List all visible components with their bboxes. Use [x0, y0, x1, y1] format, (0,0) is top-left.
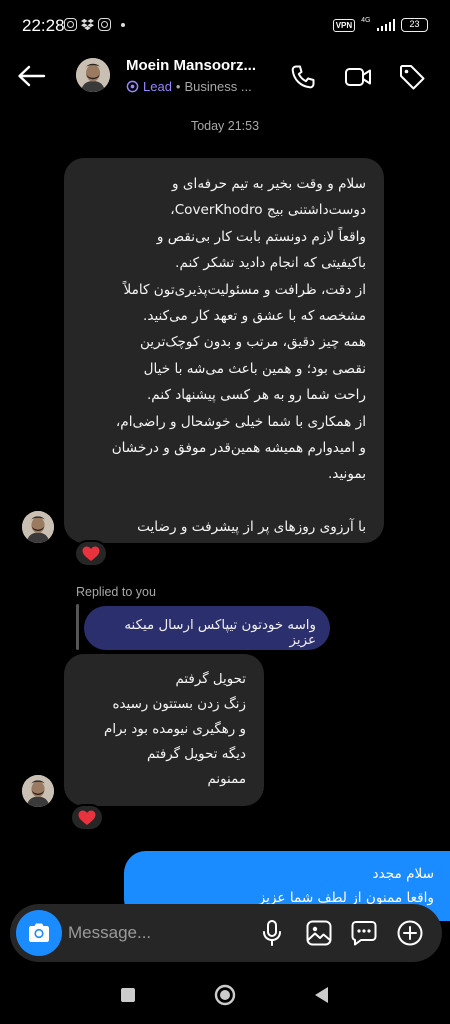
sender-avatar-2[interactable]	[22, 775, 54, 807]
message-line: دیگه تحویل گرفتم	[146, 747, 246, 762]
message-line: مشخصه که با عشق و تعهد کار می‌کنید.	[143, 308, 366, 325]
heart-reaction[interactable]	[74, 540, 108, 567]
message-line: بمونید.	[327, 466, 366, 483]
subtitle-separator: •	[175, 79, 181, 94]
recent-apps-icon[interactable]	[116, 983, 140, 1007]
replied-label: Replied to you	[76, 585, 156, 599]
contact-subtitle: Lead • Business ...	[126, 79, 252, 94]
business-category: Business ...	[184, 79, 252, 94]
heart-icon	[82, 546, 100, 561]
sticker-icon[interactable]	[349, 918, 379, 948]
battery-indicator: 23	[401, 18, 428, 32]
video-camera-icon[interactable]	[344, 63, 372, 91]
network-type: 4G	[361, 16, 371, 24]
phone-icon[interactable]	[289, 63, 317, 91]
incoming-message-1[interactable]: سلام و وقت بخیر به تیم حرفه‌ای و دوست‌دا…	[64, 158, 384, 543]
contact-name[interactable]: Moein Mansoorz...	[126, 57, 256, 74]
instagram-notification-icon	[64, 18, 77, 31]
plus-icon[interactable]	[395, 918, 425, 948]
gallery-icon[interactable]	[304, 918, 334, 948]
status-time: 22:28	[22, 16, 65, 35]
message-line: و رهگیری نیومده بود برام	[104, 722, 246, 737]
message-line: سلام و وقت بخیر به تیم حرفه‌ای و	[172, 176, 366, 192]
tag-icon[interactable]	[398, 63, 426, 91]
contact-avatar[interactable]	[76, 58, 110, 92]
lead-label: Lead	[143, 79, 172, 94]
message-line: باکیفیتی که انجام دادید تشکر کنم.	[175, 255, 366, 272]
vpn-badge: VPN	[332, 18, 356, 32]
signal-icon	[376, 19, 395, 31]
reply-indicator-bar	[76, 604, 79, 650]
incoming-message-2[interactable]: تحویل گرفتم زنگ زدن بستتون رسیده و رهگیر…	[64, 654, 264, 806]
heart-icon	[78, 810, 96, 825]
back-nav-icon[interactable]	[310, 983, 334, 1007]
message-line: زنگ زدن بستتون رسیده	[112, 697, 247, 712]
chat-timestamp: Today 21:53	[190, 119, 260, 133]
home-icon[interactable]	[213, 983, 237, 1007]
avatar-photo	[76, 58, 110, 92]
instagram-notification-icon-2	[98, 18, 111, 31]
message-line: نقصی بود؛ و همین باعث می‌شه با خیال	[143, 360, 366, 377]
status-bar: 22:28 VPN 4G 23	[0, 0, 450, 50]
message-line: ممنونم	[207, 772, 246, 787]
message-line: همه چیز دقیق، مرتب و بدون کوچک‌ترین	[139, 334, 366, 351]
message-line: سلام مجدد	[372, 866, 434, 882]
message-line: و امیدوارم همیشه همین‌قدر موفق و درخشان	[111, 440, 366, 457]
message-composer	[10, 904, 442, 962]
message-line: واقعاً لازم دونستم بابت کار بی‌نقص و	[156, 228, 366, 245]
more-notifications-dot	[121, 22, 125, 27]
dropbox-notification-icon	[81, 18, 94, 31]
sender-avatar[interactable]	[22, 511, 54, 543]
message-line: راحت شما رو به هر کسی پیشنهاد کنم.	[146, 387, 366, 404]
message-line: دوست‌داشتنی بیج CoverKhodro،	[170, 202, 366, 219]
quoted-reply-message[interactable]: واسه خودتون تیپاکس ارسال میکنه عزیز	[84, 606, 330, 650]
camera-button[interactable]	[16, 910, 62, 956]
message-line: تحویل گرفتم	[175, 672, 246, 687]
avatar-photo	[22, 511, 54, 543]
microphone-icon[interactable]	[257, 918, 287, 948]
notification-icons	[64, 18, 125, 31]
message-line: با آرزوی روزهای پر از پیشرفت و رضایت	[137, 518, 366, 535]
heart-reaction-2[interactable]	[70, 804, 104, 831]
status-right: VPN 4G 23	[332, 16, 428, 32]
message-input[interactable]	[68, 918, 238, 948]
chat-header: Moein Mansoorz... Lead • Business ...	[0, 50, 450, 106]
message-line: از دقت، ظرافت و مسئولیت‌پذیری‌تون کاملاً	[123, 281, 366, 298]
message-line: از همکاری با شما خیلی خوشحال و راضی‌ام،	[115, 413, 366, 430]
system-navigation-bar	[0, 966, 450, 1024]
camera-icon	[29, 923, 49, 942]
avatar-photo	[22, 775, 54, 807]
lead-badge-icon	[126, 80, 139, 93]
back-arrow-icon[interactable]	[16, 64, 46, 88]
